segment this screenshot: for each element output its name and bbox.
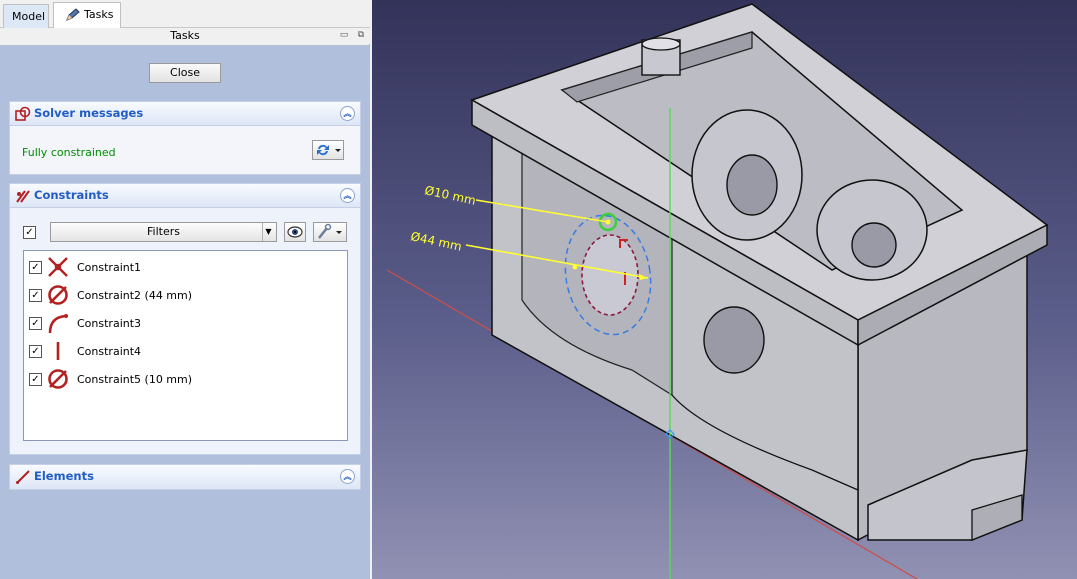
solver-messages-header[interactable]: Solver messages ︽	[10, 102, 360, 126]
visibility-button[interactable]	[284, 222, 306, 242]
wrench-icon	[318, 223, 342, 239]
collapse-icon[interactable]: ︽	[340, 188, 355, 203]
line-element-icon	[16, 470, 30, 484]
filters-dropdown[interactable]: Filters ▼	[50, 222, 277, 242]
constraint-label: Constraint5 (10 mm)	[77, 373, 193, 386]
list-item[interactable]: ✓ Constraint5 (10 mm)	[24, 365, 347, 393]
dock-title-bar: Tasks ▭ ⧉	[0, 28, 370, 44]
constraints-list[interactable]: ✓ Constraint1 ✓ Constraint2 (44 mm) ✓ Co…	[23, 250, 348, 441]
constraint-checkbox[interactable]: ✓	[29, 345, 42, 358]
close-button[interactable]: Close	[149, 63, 221, 83]
chevron-down-icon: ▼	[262, 223, 274, 241]
model-render: Ø10 mm Ø44 mm	[386, 3, 1049, 579]
list-item[interactable]: ✓ Constraint4	[24, 337, 347, 365]
tab-tasks-label: Tasks	[84, 8, 114, 21]
solver-messages-title: Solver messages	[34, 106, 144, 120]
select-all-checkbox[interactable]: ✓	[23, 226, 36, 239]
close-panel-icon[interactable]: ⧉	[355, 29, 367, 41]
collapse-icon[interactable]: ︽	[340, 469, 355, 484]
constraint-checkbox[interactable]: ✓	[29, 289, 42, 302]
constraint-checkbox[interactable]: ✓	[29, 317, 42, 330]
constraint-checkbox[interactable]: ✓	[29, 261, 42, 274]
refresh-icon	[317, 144, 341, 156]
3d-viewport[interactable]: Ø10 mm Ø44 mm	[372, 0, 1077, 579]
elements-title: Elements	[34, 469, 94, 483]
elements-header[interactable]: Elements ︽	[10, 465, 360, 489]
filters-label: Filters	[147, 225, 180, 238]
constraint-label: Constraint2 (44 mm)	[77, 289, 193, 302]
constraints-box: Constraints ︽ ✓ Filters ▼ ✓ Constraint1 …	[9, 183, 361, 455]
tangent-icon	[48, 314, 68, 334]
solver-messages-box: Solver messages ︽ Fully constrained	[9, 101, 361, 175]
solver-status: Fully constrained	[22, 146, 116, 159]
vertical-icon	[56, 342, 60, 360]
solver-update-button[interactable]	[312, 140, 344, 160]
dock-title: Tasks	[170, 29, 200, 42]
constraint-label: Constraint4	[77, 345, 142, 358]
diameter-icon	[48, 369, 68, 389]
settings-button[interactable]	[313, 222, 347, 242]
constraints-icon	[16, 190, 30, 203]
collapse-icon[interactable]: ︽	[340, 106, 355, 121]
coincident-icon	[48, 257, 68, 277]
tab-tasks[interactable]: Tasks	[53, 2, 121, 29]
pencil-icon	[66, 8, 80, 21]
list-item[interactable]: ✓ Constraint2 (44 mm)	[24, 281, 347, 309]
diameter-icon	[48, 285, 68, 305]
task-panel: Model Tasks Tasks ▭ ⧉ Close Solver messa…	[0, 0, 370, 579]
task-content: Close Solver messages ︽ Fully constraine…	[0, 45, 370, 579]
constraint-label: Constraint3	[77, 317, 142, 330]
tab-model[interactable]: Model	[3, 4, 49, 29]
eye-icon	[287, 226, 303, 238]
elements-box: Elements ︽	[9, 464, 361, 490]
list-item[interactable]: ✓ Constraint3	[24, 309, 347, 337]
constraints-title: Constraints	[34, 188, 109, 202]
constraint-label: Constraint1	[77, 261, 142, 274]
list-item[interactable]: ✓ Constraint1	[24, 253, 347, 281]
float-panel-icon[interactable]: ▭	[338, 29, 350, 41]
solver-icon	[15, 106, 31, 121]
dimension-label-10[interactable]: Ø10 mm	[423, 183, 477, 207]
dimension-label-44[interactable]: Ø44 mm	[409, 229, 463, 253]
tab-bar: Model Tasks	[0, 0, 370, 29]
constraints-header[interactable]: Constraints ︽	[10, 184, 360, 208]
constraint-checkbox[interactable]: ✓	[29, 373, 42, 386]
